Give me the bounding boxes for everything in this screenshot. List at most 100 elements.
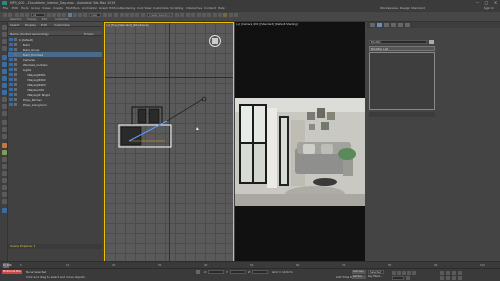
expand-icon[interactable]	[1, 171, 7, 176]
visibility-toggle-icon[interactable]	[9, 57, 13, 61]
freeze-toggle-icon[interactable]	[13, 42, 17, 46]
visibility-toggle-icon[interactable]	[9, 47, 13, 51]
collapse-icon[interactable]	[1, 178, 7, 183]
menu-interactive[interactable]: Interactive	[186, 6, 202, 10]
layer-hierarchy-icon[interactable]	[1, 143, 7, 148]
freeze-toggle-icon[interactable]	[13, 62, 17, 66]
modifier-stack[interactable]	[369, 52, 435, 110]
spacewarp-filter-icon[interactable]	[1, 90, 7, 95]
visibility-toggle-icon[interactable]	[9, 72, 13, 76]
frozen-filter-icon[interactable]	[1, 120, 7, 125]
previous-frame-icon[interactable]	[397, 271, 401, 275]
next-frame-icon[interactable]	[407, 271, 411, 275]
freeze-toggle-icon[interactable]	[13, 97, 17, 101]
light-filter-icon[interactable]	[1, 69, 7, 74]
ribbon-tab-customize[interactable]: Customize	[55, 18, 69, 21]
visibility-toggle-icon[interactable]	[9, 52, 13, 56]
visibility-toggle-icon[interactable]	[9, 42, 13, 46]
ribbon-tab-display[interactable]: Display	[27, 18, 37, 21]
helper-filter-icon[interactable]	[1, 83, 7, 88]
workspace-selector[interactable]: Workspaces: Design Standard	[380, 6, 435, 10]
menu-customize[interactable]: Customize	[153, 6, 169, 10]
modify-tab-icon[interactable]	[377, 23, 382, 27]
tab-customize[interactable]: Customize	[54, 23, 70, 27]
menu-help[interactable]: Help	[218, 6, 225, 10]
freeze-toggle-icon[interactable]	[13, 102, 17, 106]
object-name-field[interactable]: Box002	[369, 40, 427, 44]
group-filter-icon[interactable]	[1, 97, 7, 102]
play-icon[interactable]	[402, 271, 406, 275]
current-frame-field[interactable]	[392, 276, 404, 280]
visibility-toggle-icon[interactable]	[9, 62, 13, 66]
visibility-toggle-icon[interactable]	[9, 37, 13, 41]
display-none-icon[interactable]	[1, 32, 7, 37]
menu-group[interactable]: Group	[31, 6, 40, 10]
bone-filter-icon[interactable]	[1, 111, 7, 116]
menu-edit[interactable]: Edit	[12, 6, 18, 10]
freeze-toggle-icon[interactable]	[13, 77, 17, 81]
menu-file[interactable]: File	[3, 6, 8, 10]
lock-selection-icon[interactable]	[196, 270, 200, 274]
menu-rendering[interactable]: Rendering	[120, 6, 135, 10]
hierarchy-tab-icon[interactable]	[384, 23, 389, 27]
menu-create[interactable]: Create	[53, 6, 63, 10]
ribbon-tab-selection[interactable]: Selection	[10, 18, 22, 21]
orbit-icon[interactable]	[452, 276, 456, 280]
display-tab-icon[interactable]	[398, 23, 403, 27]
visibility-toggle-icon[interactable]	[9, 77, 13, 81]
visibility-toggle-icon[interactable]	[9, 87, 13, 91]
tab-display[interactable]: Display	[25, 23, 36, 27]
key-filters-button[interactable]: Key Filters...	[368, 275, 383, 278]
visibility-toggle-icon[interactable]	[9, 82, 13, 86]
menu-animation[interactable]: Animation	[82, 6, 97, 10]
timeline[interactable]: 0 / 100 0 10 20 30 40 50 60 70 80 90 100	[0, 261, 500, 268]
shape-filter-icon[interactable]	[1, 62, 7, 67]
menu-content[interactable]: Content	[204, 6, 216, 10]
col-frozen-header[interactable]: Frozen	[84, 32, 94, 36]
camera-filter-icon[interactable]	[1, 76, 7, 81]
motion-tab-icon[interactable]	[391, 23, 396, 27]
freeze-toggle-icon[interactable]	[13, 82, 17, 86]
y-coord-field[interactable]	[230, 270, 246, 274]
display-all-icon[interactable]	[1, 39, 7, 44]
freeze-toggle-icon[interactable]	[13, 52, 17, 56]
maximize-viewport-icon[interactable]	[458, 276, 462, 280]
freeze-toggle-icon[interactable]	[13, 47, 17, 51]
zoom-all-icon[interactable]	[446, 271, 450, 275]
options-icon[interactable]	[1, 199, 7, 204]
zoom-icon[interactable]	[440, 271, 444, 275]
col-name-header[interactable]: Name (Sorted Ascending)	[10, 32, 49, 36]
find-icon[interactable]	[1, 134, 7, 139]
ribbon-tab-edit[interactable]: Edit	[42, 18, 47, 21]
tab-edit[interactable]: Edit	[41, 23, 47, 27]
time-config-icon[interactable]	[406, 276, 410, 280]
create-tab-icon[interactable]	[370, 23, 375, 27]
xref-filter-icon[interactable]	[1, 104, 7, 109]
hidden-filter-icon[interactable]	[1, 127, 7, 132]
freeze-toggle-icon[interactable]	[13, 37, 17, 41]
freeze-toggle-icon[interactable]	[13, 92, 17, 96]
x-coord-field[interactable]	[208, 270, 224, 274]
scene-explorer-name[interactable]: Scene Explorer 1	[8, 244, 102, 249]
z-coord-field[interactable]	[252, 270, 268, 274]
scene-tree-row[interactable]: Props_Livingroom	[8, 102, 102, 107]
sort-icon[interactable]	[1, 164, 7, 169]
container-icon[interactable]	[1, 157, 7, 162]
select-tool-icon[interactable]	[1, 25, 7, 30]
viewport-top[interactable]: [+] [Top] [Standard] [Wireframe]	[104, 22, 234, 268]
menu-civil-view[interactable]: Civil View	[137, 6, 151, 10]
viewport-label[interactable]: [+] [Camera_001] [Standard] [Default Sha…	[236, 23, 298, 26]
menu-modifiers[interactable]: Modifiers	[66, 6, 80, 10]
zoom-extents-icon[interactable]	[452, 271, 456, 275]
sync-selection-icon[interactable]	[1, 185, 7, 190]
visibility-toggle-icon[interactable]	[9, 102, 13, 106]
freeze-toggle-icon[interactable]	[13, 67, 17, 71]
object-hierarchy-icon[interactable]	[1, 150, 7, 155]
selected-dropdown[interactable]: Selected	[368, 270, 384, 274]
go-to-end-icon[interactable]	[412, 271, 416, 275]
visibility-toggle-icon[interactable]	[9, 97, 13, 101]
utilities-tab-icon[interactable]	[405, 23, 410, 27]
freeze-toggle-icon[interactable]	[13, 57, 17, 61]
menu-tools[interactable]: Tools	[21, 6, 28, 10]
field-of-view-icon[interactable]	[440, 276, 444, 280]
